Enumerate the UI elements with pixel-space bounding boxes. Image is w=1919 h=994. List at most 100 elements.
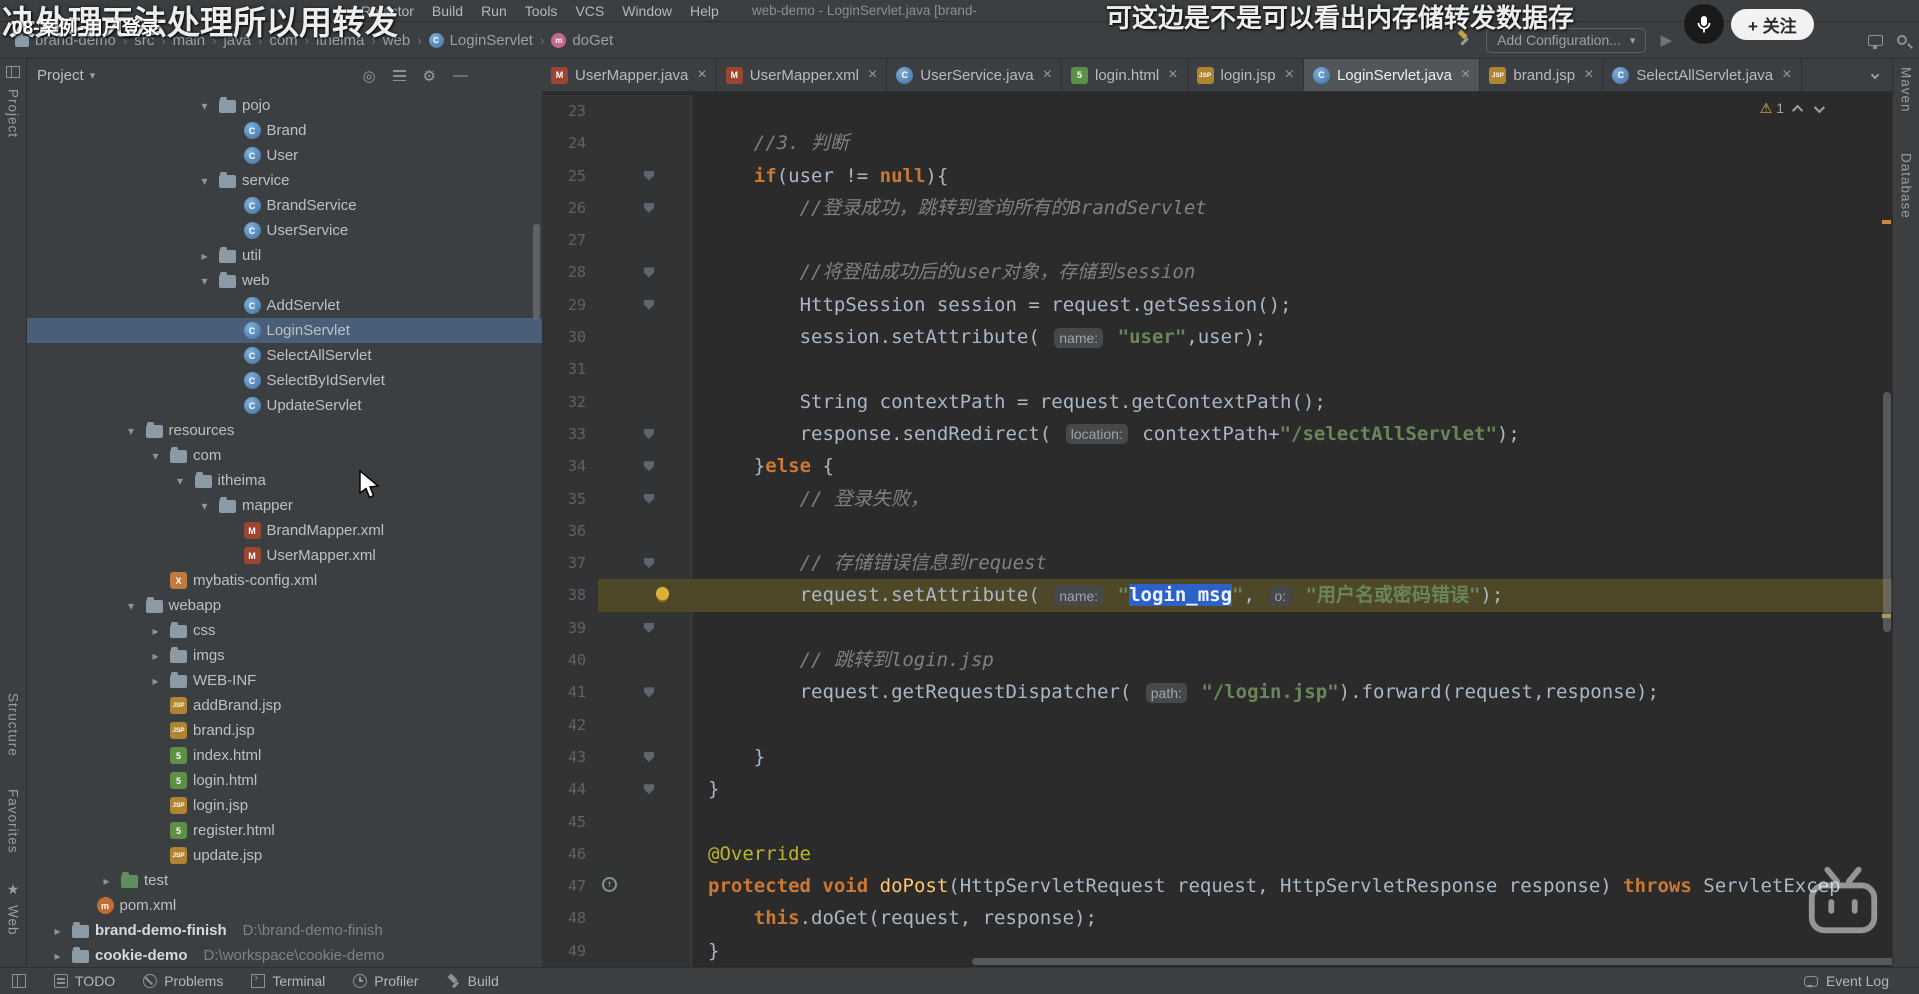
tree-item-webapp[interactable]: ▾ webapp — [27, 593, 542, 618]
chevron-right-icon[interactable]: ▸ — [49, 924, 66, 938]
chevron-right-icon[interactable]: ▸ — [147, 649, 164, 663]
tree-item-resources[interactable]: ▾ resources — [27, 418, 542, 443]
tree-item-mybatis-config.xml[interactable]: Xmybatis-config.xml — [27, 568, 542, 593]
code-line-32[interactable]: 32 String contextPath = request.getContex… — [542, 385, 1892, 418]
follow-button[interactable]: + 关注 — [1731, 8, 1814, 40]
close-icon[interactable]: × — [1461, 66, 1470, 84]
tree-scrollbar[interactable] — [533, 224, 540, 319]
breadcrumb-item-com[interactable]: com — [266, 32, 300, 49]
toolwindow-button-maven[interactable]: Maven — [1899, 67, 1914, 113]
fold-marker-icon[interactable] — [644, 267, 654, 278]
tree-item-brand.jsp[interactable]: JSP brand.jsp — [27, 718, 542, 743]
close-icon[interactable]: × — [1584, 66, 1593, 84]
fold-marker-icon[interactable] — [644, 751, 654, 762]
override-marker-icon[interactable]: ↑ — [602, 877, 617, 893]
menu-vcs[interactable]: VCS — [566, 3, 613, 19]
tree-item-util[interactable]: ▸ util — [27, 243, 542, 268]
statusbar-todo[interactable]: TODO — [54, 973, 115, 989]
code-line-24[interactable]: 24 //3. 判断 — [542, 127, 1892, 160]
fold-marker-icon[interactable] — [644, 493, 654, 504]
code-line-47[interactable]: 47 ↑ protected void doPost(HttpServletRequ… — [542, 870, 1892, 903]
fold-marker-icon[interactable] — [644, 558, 654, 569]
tree-item-itheima[interactable]: ▾ itheima — [27, 468, 542, 493]
statusbar-build[interactable]: Build — [447, 973, 499, 989]
close-icon[interactable]: × — [868, 66, 877, 84]
breadcrumb-item-web[interactable]: web — [380, 32, 414, 49]
code-editor[interactable]: 23 24 //3. 判断 25 if(user != null){26 //登录成功，跳… — [542, 92, 1892, 967]
hide-panel-icon[interactable]: — — [453, 67, 468, 84]
tree-item-brand-demo-finish[interactable]: ▸ brand-demo-finish D:\brand-demo-finish — [27, 918, 542, 943]
code-line-41[interactable]: 41 request.getRequestDispatcher( path: "/… — [542, 676, 1892, 709]
code-line-26[interactable]: 26 //登录成功，跳转到查询所有的BrandServlet — [542, 191, 1892, 225]
breadcrumb-item-itheima[interactable]: itheima — [313, 32, 367, 49]
code-line-46[interactable]: 46 @Override — [542, 837, 1892, 871]
tree-item-pojo[interactable]: ▾ pojo — [27, 93, 542, 118]
project-panel-title[interactable]: Project — [37, 67, 84, 84]
mic-avatar[interactable] — [1684, 4, 1724, 44]
close-icon[interactable]: × — [1043, 66, 1052, 84]
collapse-all-icon[interactable] — [392, 70, 406, 81]
toolwindow-button-project[interactable]: Project — [6, 89, 21, 138]
tree-item-register.html[interactable]: 5 register.html — [27, 818, 542, 843]
toolwindow-button-structure[interactable]: Structure — [6, 693, 21, 757]
statusbar-profiler[interactable]: Profiler — [353, 973, 419, 989]
tree-item-User[interactable]: C User — [27, 143, 542, 168]
tree-item-BrandService[interactable]: C BrandService — [27, 193, 542, 218]
locate-file-icon[interactable]: ◎ — [362, 67, 375, 85]
code-line-27[interactable]: 27 — [542, 224, 1892, 257]
chevron-right-icon[interactable]: ▸ — [98, 874, 115, 888]
vertical-scrollbar[interactable] — [1883, 392, 1891, 632]
tree-item-UserService[interactable]: C UserService — [27, 218, 542, 243]
tree-item-test[interactable]: ▸ test — [27, 868, 542, 893]
tab-UserMapper.java[interactable]: M UserMapper.java × — [542, 59, 717, 91]
toolwindow-button-favorites[interactable]: Favorites — [6, 789, 21, 854]
statusbar-problems[interactable]: Problems — [143, 973, 223, 989]
code-line-37[interactable]: 37 // 存储错误信息到request — [542, 547, 1892, 580]
horizontal-scrollbar[interactable] — [972, 958, 1892, 965]
tree-item-service[interactable]: ▾ service — [27, 168, 542, 193]
monitor-icon[interactable] — [1868, 34, 1883, 49]
toolwindow-button-database[interactable]: Database — [1899, 153, 1914, 219]
gear-icon[interactable]: ⚙ — [423, 67, 436, 85]
fold-marker-icon[interactable] — [644, 202, 654, 213]
tree-item-com[interactable]: ▾ com — [27, 443, 542, 468]
chevron-down-icon[interactable]: ▾ — [123, 424, 140, 438]
tree-item-pom.xml[interactable]: m pom.xml — [27, 893, 542, 918]
chevron-down-icon[interactable]: ▾ — [196, 499, 213, 513]
statusbar-terminal[interactable]: Terminal — [251, 972, 325, 989]
fold-marker-icon[interactable] — [644, 428, 654, 439]
favorites-star-icon[interactable]: ★ — [7, 881, 20, 898]
code-line-36[interactable]: 36 — [542, 514, 1892, 548]
chevron-right-icon[interactable]: ▸ — [147, 624, 164, 638]
menu-build[interactable]: Build — [423, 3, 472, 19]
breadcrumb-item-LoginServlet[interactable]: C LoginServlet — [426, 32, 536, 49]
tree-item-login.jsp[interactable]: JSP login.jsp — [27, 793, 542, 818]
tab-login.jsp[interactable]: JSP login.jsp × — [1188, 59, 1304, 91]
tree-item-UserMapper.xml[interactable]: M UserMapper.xml — [27, 543, 542, 568]
run-configuration-select[interactable]: Add Configuration... ▾ — [1486, 27, 1647, 53]
prev-issue-icon[interactable] — [1791, 104, 1804, 116]
chevron-down-icon[interactable]: ▾ — [172, 474, 189, 488]
tree-item-web[interactable]: ▾ web — [27, 268, 542, 293]
search-icon[interactable] — [1897, 35, 1907, 45]
chevron-down-icon[interactable]: ▾ — [196, 274, 213, 288]
code-line-39[interactable]: 39 — [542, 611, 1892, 645]
chevron-down-icon[interactable]: ▾ — [147, 449, 164, 463]
tree-item-index.html[interactable]: 5 index.html — [27, 743, 542, 768]
code-line-40[interactable]: 40 // 跳转到login.jsp — [542, 644, 1892, 677]
fold-marker-icon[interactable] — [644, 299, 654, 310]
run-button[interactable]: ▶ — [1660, 31, 1672, 49]
tree-item-WEB-INF[interactable]: ▸ WEB-INF — [27, 668, 542, 693]
menu-refactor[interactable]: Refactor — [352, 3, 423, 19]
code-line-31[interactable]: 31 — [542, 353, 1892, 386]
chevron-down-icon[interactable]: ▾ — [90, 69, 96, 82]
close-icon[interactable]: × — [1168, 66, 1177, 84]
tree-item-imgs[interactable]: ▸ imgs — [27, 643, 542, 668]
code-line-38[interactable]: 38 request.setAttribute( name: "login_msg… — [542, 579, 1892, 612]
tree-item-SelectAllServlet[interactable]: C SelectAllServlet — [27, 343, 542, 368]
breadcrumb-item-java[interactable]: java — [220, 32, 254, 49]
tab-UserService.java[interactable]: C UserService.java × — [887, 59, 1062, 91]
tab-brand.jsp[interactable]: JSP brand.jsp × — [1480, 59, 1604, 91]
close-icon[interactable]: × — [697, 66, 706, 84]
fold-marker-icon[interactable] — [644, 170, 654, 181]
